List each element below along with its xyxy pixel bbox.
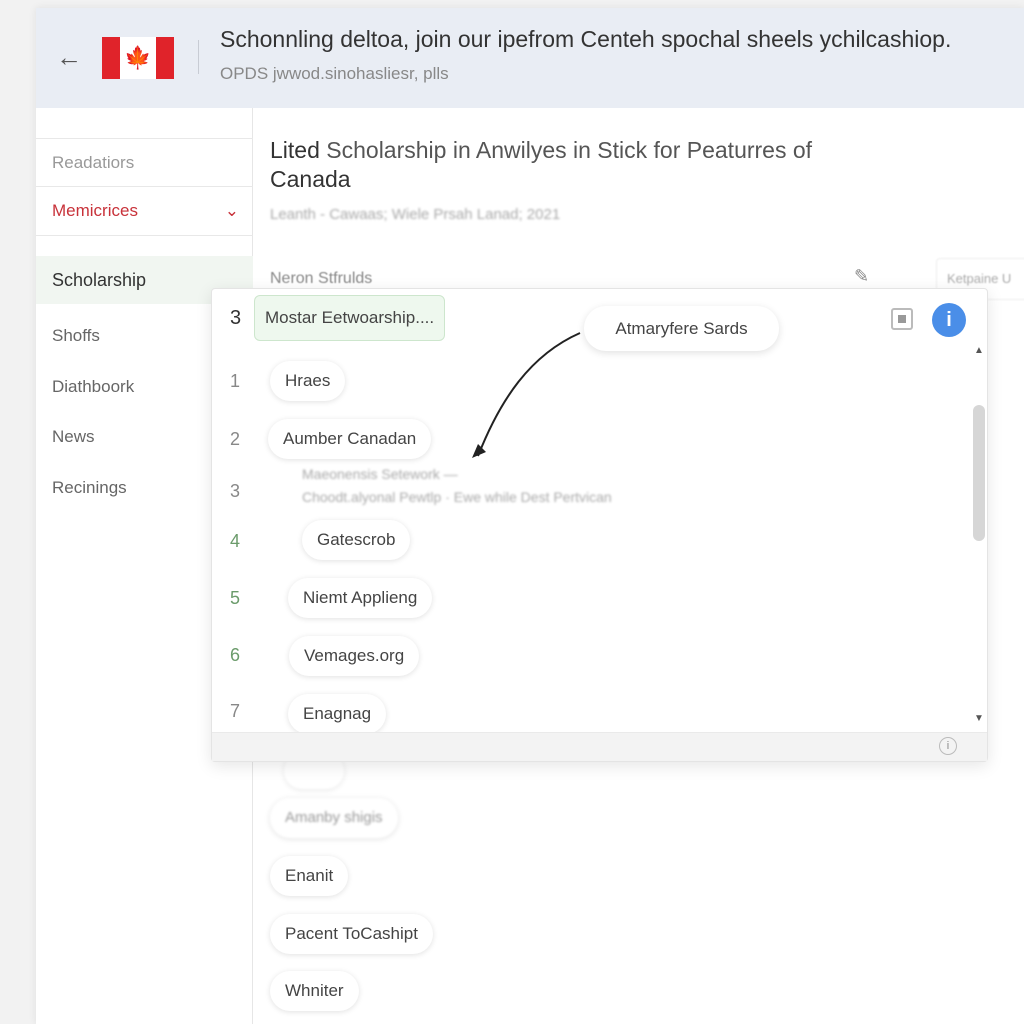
row-number: 5	[230, 588, 241, 608]
info-small-icon[interactable]: i	[939, 737, 957, 755]
page-title: Lited Scholarship in Anwilyes in Stick f…	[270, 136, 850, 194]
list-item[interactable]: Whniter	[270, 971, 359, 1011]
callout-label: Atmaryfere Sards	[584, 306, 779, 351]
canada-flag-icon: 🍁	[102, 37, 174, 79]
list-item[interactable]: Enanit	[270, 856, 349, 896]
list-item[interactable]: Niemt Applieng	[288, 578, 433, 618]
sidebar-item-readatiors[interactable]: Readatiors	[36, 138, 253, 187]
stop-icon[interactable]	[891, 308, 913, 330]
selected-suggestion[interactable]: Mostar Eetwoarship....	[254, 295, 446, 341]
row-number: 3	[230, 307, 242, 329]
row-number: 3	[230, 481, 241, 501]
back-arrow-icon[interactable]: ←	[56, 42, 82, 73]
row-number: 4	[230, 531, 241, 551]
list-item[interactable]: Vemages.org	[289, 636, 420, 676]
page-subtitle: Leanth - Cawaas; Wiele Prsah Lanad; 2021	[270, 206, 561, 223]
row-number: 6	[230, 645, 241, 665]
list-item[interactable]: Enagnag	[288, 694, 387, 734]
list-item[interactable]: Hraes	[270, 361, 346, 401]
popup-footer: i	[212, 732, 987, 761]
list-item[interactable]: Amanby shigis	[270, 798, 398, 838]
row-number: 7	[230, 701, 241, 721]
section-label: Neron Stfrulds	[270, 270, 373, 287]
scrollbar[interactable]: ▲ ▼	[970, 345, 988, 725]
title-part: Lited	[270, 137, 327, 163]
info-icon[interactable]: i	[932, 303, 966, 337]
list-item[interactable]: Pacent ToCashipt	[270, 914, 433, 954]
header-title: Schonnling deltoa, join our ipefrom Cent…	[220, 26, 952, 52]
header-subtitle: OPDS jwwod.sinohasliesr, plls	[220, 64, 449, 83]
divider	[198, 40, 199, 74]
scrollbar-thumb[interactable]	[973, 405, 985, 541]
sidebar-item-memicrices[interactable]: Memicrices ⌄	[36, 187, 253, 236]
sidebar-item-label: Memicrices	[52, 201, 138, 220]
header: ← 🍁 Schonnling deltoa, join our ipefrom …	[36, 8, 1024, 108]
scroll-up-icon[interactable]: ▲	[974, 345, 984, 356]
title-part: Canada	[270, 166, 351, 192]
blurred-text: Maeonensis Setework —	[302, 466, 458, 482]
blurred-text: Choodt.alyonal Pewtlp · Ewe while Dest P…	[302, 489, 612, 505]
row-number: 1	[230, 371, 241, 391]
suggestion-popup: 3 Mostar Eetwoarship.... Atmaryfere Sard…	[211, 288, 988, 762]
list-item[interactable]: Aumber Canadan	[268, 419, 432, 459]
chevron-down-icon: ⌄	[224, 201, 239, 220]
scroll-down-icon[interactable]: ▼	[974, 713, 984, 724]
row-number: 2	[230, 429, 241, 449]
list-item[interactable]: Gatescrob	[302, 520, 411, 560]
edit-icon[interactable]: ✎	[854, 266, 869, 287]
title-part: Scholarship in Anwilyes in Stick for Pea…	[326, 137, 813, 163]
